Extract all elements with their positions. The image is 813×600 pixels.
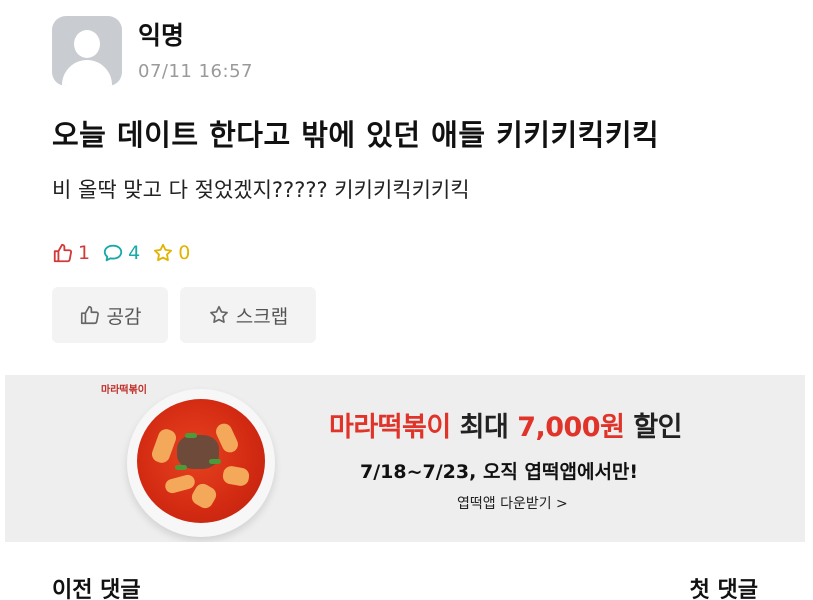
speech-bubble-icon [103, 244, 123, 262]
author-name: 익명 [138, 20, 185, 50]
post-actions: 공감 스크랩 [52, 287, 328, 343]
scrap-button-label: 스크랩 [235, 305, 289, 328]
star-icon [209, 305, 228, 323]
tteokbokki-bowl-image [127, 389, 275, 537]
ad-download-link[interactable]: 엽떡앱 다운받기 > [457, 493, 568, 513]
post-author: 익명 07/11 16:57 [52, 16, 253, 86]
post-timestamp: 07/11 16:57 [138, 60, 253, 82]
like-count-value: 1 [78, 242, 91, 264]
star-icon [154, 243, 173, 262]
comment-count: 4 [102, 242, 140, 264]
thumbs-up-icon [80, 305, 99, 325]
first-comment-link[interactable]: 첫 댓글 [690, 572, 758, 600]
avatar [52, 16, 122, 86]
comment-navigation: 이전 댓글 첫 댓글 [52, 572, 758, 600]
ad-subtitle: 7/18~7/23, 오직 엽떡앱에서만! [360, 461, 639, 483]
post-body: 비 올딱 맞고 다 젖었겠지????? 키키키킥키키킥 [52, 178, 470, 202]
ad-title: 마라떡볶이 최대 7,000원 할인 [329, 412, 683, 443]
post-stats: 1 4 0 [52, 242, 202, 264]
comment-count-value: 4 [128, 242, 141, 264]
ad-logo: 마라떡볶이 [101, 385, 147, 396]
like-button[interactable]: 공감 [52, 287, 168, 343]
thumbs-up-icon [53, 243, 73, 263]
prev-comment-link[interactable]: 이전 댓글 [52, 572, 141, 600]
ad-banner[interactable]: 마라떡볶이 마라떡볶이 최대 7,000원 할인 7/18~7/23, 오직 엽… [5, 375, 805, 542]
scrap-count: 0 [152, 242, 190, 264]
like-button-label: 공감 [106, 305, 142, 328]
like-count: 1 [52, 242, 90, 264]
post-title: 오늘 데이트 한다고 밖에 있던 애들 키키키킥키킥 [52, 118, 660, 152]
scrap-count-value: 0 [178, 242, 191, 264]
scrap-button[interactable]: 스크랩 [180, 287, 316, 343]
